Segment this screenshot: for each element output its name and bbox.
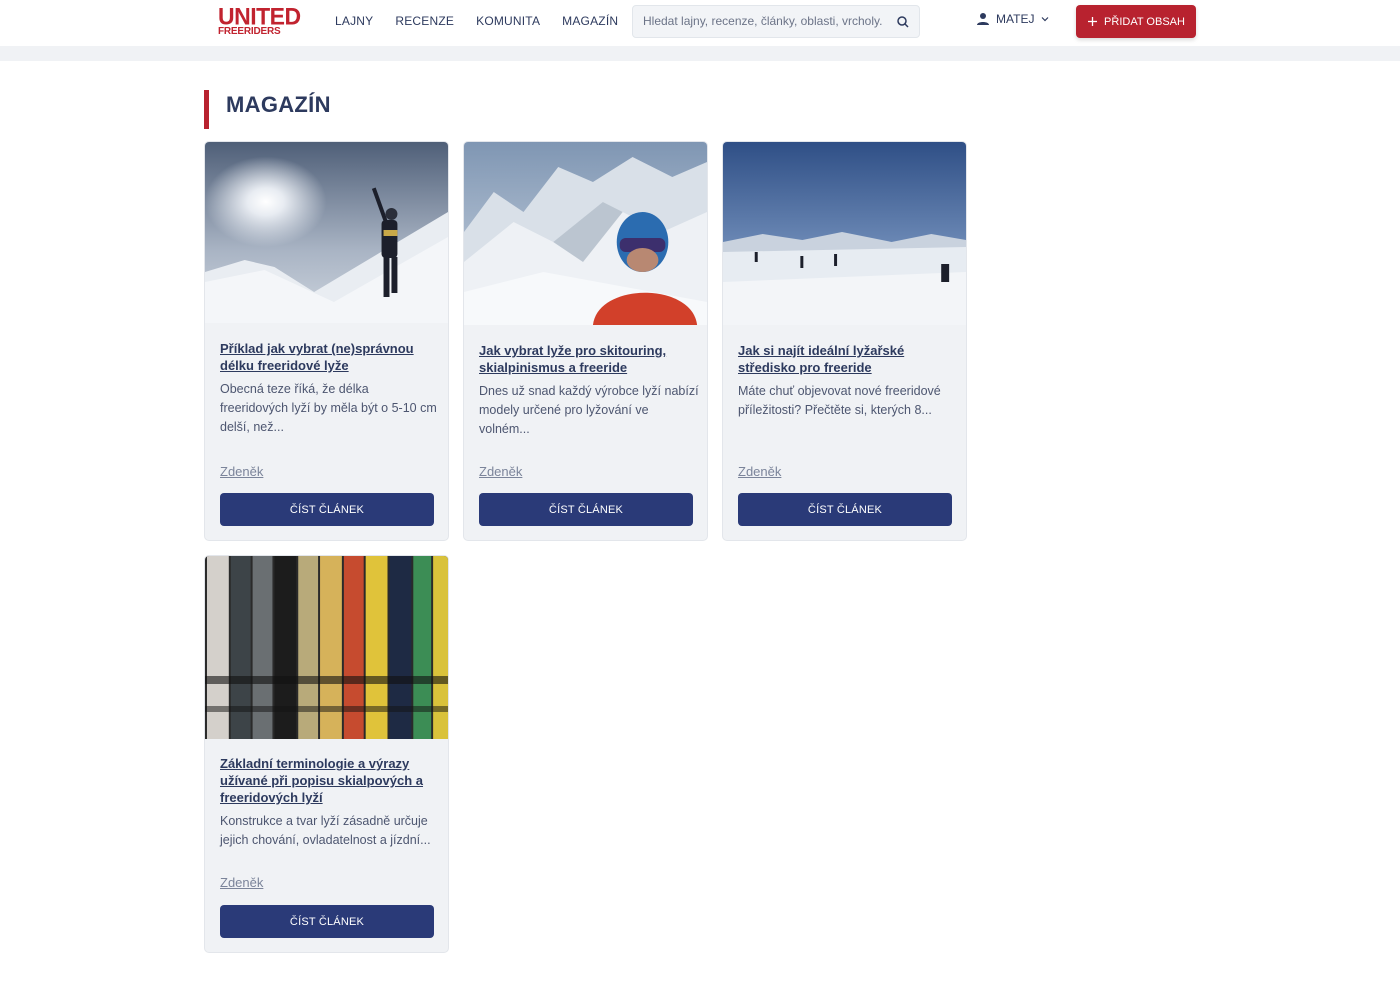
article-title[interactable]: Jak vybrat lyže pro skitouring, skialpin…	[479, 342, 694, 376]
user-name: MATEJ	[996, 12, 1035, 26]
site-logo[interactable]: UNITED FREERIDERS	[218, 2, 301, 41]
user-icon	[977, 13, 989, 25]
add-content-label: PŘIDAT OBSAH	[1104, 15, 1185, 28]
read-article-button[interactable]: ČÍST ČLÁNEK	[220, 493, 434, 526]
nav-item-recenze[interactable]: RECENZE	[395, 14, 454, 28]
chevron-down-icon	[1042, 17, 1049, 22]
top-navigation-bar: UNITED FREERIDERS LAJNY RECENZE KOMUNITA…	[0, 0, 1400, 46]
article-image[interactable]	[723, 142, 966, 325]
article-excerpt: Obecná teze říká, že délka freeridových …	[220, 382, 437, 434]
article-excerpt: Konstrukce a tvar lyží zásadně určuje je…	[220, 814, 431, 847]
main-nav: LAJNY RECENZE KOMUNITA MAGAZÍN	[335, 14, 618, 28]
header-divider	[0, 46, 1400, 61]
read-article-button[interactable]: ČÍST ČLÁNEK	[738, 493, 952, 526]
article-excerpt: Dnes už snad každý výrobce lyží nabízí m…	[479, 384, 699, 436]
search-box	[632, 5, 920, 38]
article-title[interactable]: Jak si najít ideální lyžařské středisko …	[738, 342, 953, 376]
article-card: Základní terminologie a výrazy užívané p…	[204, 555, 449, 953]
article-card: Jak si najít ideální lyžařské středisko …	[722, 141, 967, 541]
title-accent-bar	[204, 90, 209, 129]
article-card: Příklad jak vybrat (ne)správnou délku fr…	[204, 141, 449, 541]
article-author-link[interactable]: Zdeněk	[738, 464, 781, 479]
read-article-button[interactable]: ČÍST ČLÁNEK	[220, 905, 434, 938]
article-author-link[interactable]: Zdeněk	[479, 464, 522, 479]
read-article-button[interactable]: ČÍST ČLÁNEK	[479, 493, 693, 526]
article-title[interactable]: Základní terminologie a výrazy užívané p…	[220, 755, 435, 806]
search-icon[interactable]	[895, 14, 911, 30]
nav-item-magazin[interactable]: MAGAZÍN	[562, 14, 618, 28]
article-image[interactable]	[205, 142, 448, 323]
logo-line-1: UNITED	[218, 2, 301, 30]
article-image[interactable]	[464, 142, 707, 325]
article-image[interactable]	[205, 556, 448, 739]
plus-icon	[1088, 17, 1098, 26]
nav-item-lajny[interactable]: LAJNY	[335, 14, 373, 28]
user-menu[interactable]: MATEJ	[976, 12, 1050, 26]
nav-item-komunita[interactable]: KOMUNITA	[476, 14, 540, 28]
article-excerpt: Máte chuť objevovat nové freeridové příl…	[738, 384, 941, 417]
add-content-button[interactable]: PŘIDAT OBSAH	[1076, 5, 1196, 38]
search-input[interactable]	[643, 14, 883, 28]
article-title[interactable]: Příklad jak vybrat (ne)správnou délku fr…	[220, 340, 435, 374]
article-card: Jak vybrat lyže pro skitouring, skialpin…	[463, 141, 708, 541]
article-author-link[interactable]: Zdeněk	[220, 464, 263, 479]
article-author-link[interactable]: Zdeněk	[220, 875, 263, 890]
page-title: MAGAZÍN	[226, 92, 331, 117]
